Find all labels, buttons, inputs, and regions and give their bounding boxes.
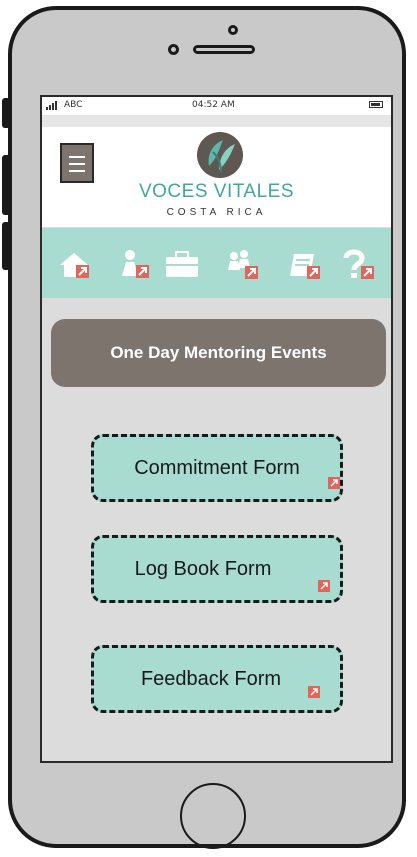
person-icon[interactable] <box>118 248 154 282</box>
volume-up-button <box>2 155 12 215</box>
carrier-label: ABC <box>64 100 83 110</box>
logo-subtitle: COSTA RICA <box>166 207 267 218</box>
page-title-banner: One Day Mentoring Events <box>51 319 386 387</box>
home-icon[interactable] <box>58 248 94 282</box>
mute-switch <box>2 98 12 128</box>
feedback-form-label: Feedback Form <box>140 668 282 690</box>
external-link-icon <box>328 477 340 489</box>
menu-button[interactable] <box>60 143 94 183</box>
icon-navigation-bar <box>42 228 391 298</box>
help-icon[interactable] <box>342 248 378 282</box>
speaker-icon <box>193 45 255 54</box>
commitment-form-label: Commitment Form <box>134 457 300 479</box>
feedback-form-button[interactable]: Feedback Form <box>91 645 343 713</box>
app-screen: ABC 04:52 AM VOCES VITALES COSTA RICA On… <box>40 95 393 763</box>
briefcase-icon[interactable] <box>164 248 200 282</box>
external-link-icon <box>308 686 320 698</box>
battery-icon <box>369 101 383 108</box>
status-time: 04:52 AM <box>192 100 235 110</box>
volume-down-button <box>2 222 12 270</box>
log-book-form-button[interactable]: Log Book Form <box>91 535 343 603</box>
external-link-icon <box>318 580 330 592</box>
logo-icon <box>197 132 243 178</box>
book-icon[interactable] <box>288 248 324 282</box>
log-book-form-label: Log Book Form <box>134 558 272 580</box>
sensor-icon <box>228 25 238 35</box>
app-header: VOCES VITALES COSTA RICA <box>42 127 391 227</box>
group-icon[interactable] <box>226 248 262 282</box>
home-button[interactable] <box>180 783 246 849</box>
status-divider <box>42 115 391 127</box>
logo-title: VOCES VITALES <box>138 181 295 202</box>
signal-icon <box>46 101 62 110</box>
page-title: One Day Mentoring Events <box>110 343 327 362</box>
camera-icon <box>168 44 179 55</box>
commitment-form-button[interactable]: Commitment Form <box>91 434 343 502</box>
status-bar: ABC 04:52 AM <box>42 97 391 115</box>
